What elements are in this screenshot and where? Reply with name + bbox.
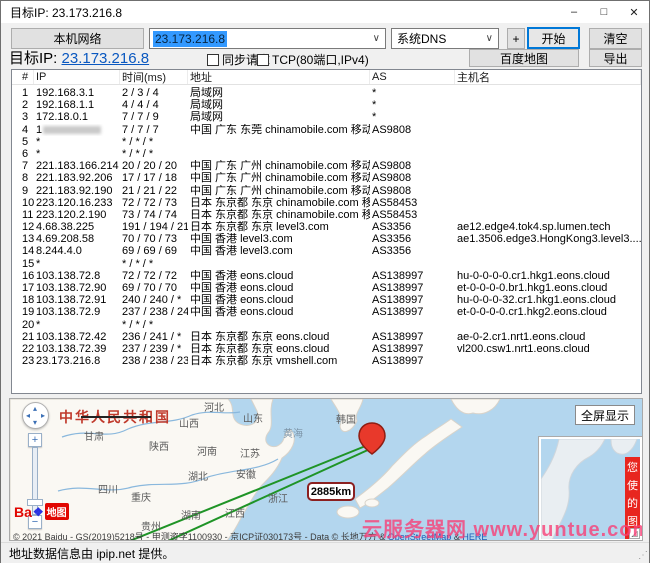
baidu-map-badge: 地图: [45, 503, 69, 520]
province-label: 山西: [179, 415, 199, 430]
destination-pin-icon[interactable]: [359, 423, 385, 454]
province-label: 重庆: [131, 489, 151, 504]
target-ip-label: 目标IP:: [9, 50, 57, 67]
baidu-logo-text: Ba: [14, 504, 32, 520]
pan-down-icon[interactable]: ▾: [33, 418, 37, 427]
window-title: 目标IP: 23.173.216.8: [1, 4, 559, 21]
province-label: 河北: [204, 399, 224, 414]
province-label: 湖北: [188, 468, 208, 483]
province-label: 山东: [243, 410, 263, 425]
target-ip-line: 目标IP: 23.173.216.8: [9, 47, 149, 68]
trace-table-body: 1192.168.3.12 / 3 / 4局域网*2192.168.1.14 /…: [12, 85, 641, 367]
col-host[interactable]: 主机名: [455, 70, 641, 84]
country-label: 中华人民共和国: [59, 407, 171, 427]
table-row[interactable]: 16103.138.72.872 / 72 / 72中国 香港 eons.clo…: [12, 270, 641, 282]
trace-table: # IP 时间(ms) 地址 AS 主机名 1192.168.3.12 / 3 …: [11, 69, 642, 394]
baidu-paw-icon: ❖: [33, 505, 44, 519]
distance-label: 2885km: [307, 482, 355, 501]
target-ip-value: 23.173.216.8: [153, 31, 227, 47]
table-row[interactable]: 3172.18.0.17 / 7 / 9局域网*: [12, 111, 641, 123]
pan-right-icon[interactable]: ▸: [41, 411, 45, 420]
table-row[interactable]: 2192.168.1.14 / 4 / 4局域网*: [12, 99, 641, 111]
target-ip-link[interactable]: 23.173.216.8: [62, 50, 150, 67]
province-label: 陕西: [149, 438, 169, 453]
close-button[interactable]: ✕: [619, 1, 649, 23]
japan-kyushu: [337, 506, 359, 518]
sea-label: 黄海: [283, 425, 303, 440]
baidu-map-panel[interactable]: 中华人民共和国 甘肃陕西山西河北山东河南江苏安徽湖北四川重庆浙江湖南江西贵州 黄…: [9, 398, 643, 541]
col-num[interactable]: #: [20, 70, 34, 84]
tcp-checkbox[interactable]: TCP(80端口,IPv4): [257, 51, 369, 68]
table-row[interactable]: 19103.138.72.9237 / 238 / 242中国 香港 eons.…: [12, 306, 641, 318]
chevron-down-icon[interactable]: ∨: [373, 33, 380, 44]
table-row[interactable]: 15** / * / *: [12, 258, 641, 270]
table-row[interactable]: 10223.120.16.23372 / 72 / 73日本 东京都 东京 ch…: [12, 197, 641, 209]
table-header[interactable]: # IP 时间(ms) 地址 AS 主机名: [12, 70, 641, 85]
table-row[interactable]: 18103.138.72.91240 / 240 / *中国 香港 eons.c…: [12, 294, 641, 306]
table-row[interactable]: 8221.183.92.20617 / 17 / 18中国 广东 广州 chin…: [12, 172, 641, 184]
checkbox-icon[interactable]: [207, 54, 219, 66]
table-row[interactable]: 7221.183.166.21420 / 20 / 20中国 广东 广州 chi…: [12, 160, 641, 172]
statusbar: 地址数据信息由 ipip.net 提供。: [1, 542, 649, 563]
table-row[interactable]: 1192.168.3.12 / 3 / 4局域网*: [12, 87, 641, 99]
pan-left-icon[interactable]: ◂: [26, 411, 30, 420]
trace-app-window: { "window": { "title": "目标IP: 23.173.216…: [0, 0, 650, 563]
table-row[interactable]: 124.68.38.225191 / 194 / 210日本 东京都 东京 le…: [12, 221, 641, 233]
watermark: 云服务器网 www.yuntue.com: [362, 513, 643, 541]
dns-value: 系统DNS: [397, 30, 446, 47]
province-label: 浙江: [268, 490, 288, 505]
baidu-map-button[interactable]: 百度地图: [469, 49, 579, 67]
table-row[interactable]: 134.69.208.5870 / 70 / 73中国 香港 level3.co…: [12, 233, 641, 245]
province-label: 湖南: [181, 507, 201, 522]
table-row[interactable]: 417 / 7 / 7中国 广东 东莞 chinamobile.com 移动AS…: [12, 124, 641, 136]
maximize-button[interactable]: □: [589, 1, 619, 23]
titlebar[interactable]: 目标IP: 23.173.216.8 – □ ✕: [1, 1, 649, 23]
table-row[interactable]: 20** / * / *: [12, 319, 641, 331]
redacted-ip: [43, 126, 101, 134]
col-time[interactable]: 时间(ms): [120, 70, 188, 84]
add-button[interactable]: +: [507, 28, 525, 49]
target-ip-combobox[interactable]: 23.173.216.8 ∨: [149, 28, 386, 49]
window-resize-grip[interactable]: ⋰: [638, 550, 648, 561]
export-button[interactable]: 导出: [589, 49, 642, 67]
japan-hokkaido: [451, 399, 500, 414]
col-ip[interactable]: IP: [34, 70, 120, 84]
table-row[interactable]: 9221.183.92.19021 / 21 / 22中国 广东 广州 chin…: [12, 185, 641, 197]
table-row[interactable]: 11223.120.2.19073 / 74 / 74日本 东京都 东京 chi…: [12, 209, 641, 221]
table-row[interactable]: 5** / * / *: [12, 136, 641, 148]
clear-button[interactable]: 清空: [589, 28, 642, 49]
col-addr[interactable]: 地址: [188, 70, 370, 84]
chevron-down-icon[interactable]: ∨: [486, 33, 493, 44]
tcp-label: TCP(80端口,IPv4): [272, 51, 369, 68]
province-label: 安徽: [236, 466, 256, 481]
table-row[interactable]: 148.244.4.069 / 69 / 69中国 香港 level3.comA…: [12, 245, 641, 257]
copyright-text: © 2021 Baidu - GS(2019)5218号 - 甲测资字11009…: [13, 532, 388, 541]
japan-shikoku: [365, 499, 379, 507]
pan-up-icon[interactable]: ▴: [33, 404, 37, 413]
province-label: 河南: [197, 443, 217, 458]
province-label: 甘肃: [84, 428, 104, 443]
dns-combobox[interactable]: 系统DNS ∨: [391, 28, 499, 49]
province-label: 江苏: [240, 445, 260, 460]
minimize-button[interactable]: –: [559, 1, 589, 23]
table-row[interactable]: 6** / * / *: [12, 148, 641, 160]
baidu-logo: Ba ❖ 地图: [14, 503, 69, 520]
local-network-button[interactable]: 本机网络: [11, 28, 144, 49]
checkbox-icon[interactable]: [257, 54, 269, 66]
zoom-in-button[interactable]: +: [28, 433, 42, 447]
table-row[interactable]: 22103.138.72.39237 / 239 / *日本 东京都 东京 eo…: [12, 343, 641, 355]
status-text: 地址数据信息由 ipip.net 提供。: [9, 545, 174, 562]
start-button[interactable]: 开始: [527, 27, 580, 49]
table-row[interactable]: 21103.138.72.42236 / 241 / *日本 东京都 东京 eo…: [12, 331, 641, 343]
province-label: 四川: [98, 481, 118, 496]
table-row[interactable]: 17103.138.72.9069 / 70 / 70中国 香港 eons.cl…: [12, 282, 641, 294]
table-row[interactable]: 2323.173.216.8238 / 238 / 239日本 东京都 东京 v…: [12, 355, 641, 367]
korea-label: 韩国: [336, 411, 356, 426]
col-as[interactable]: AS: [370, 70, 455, 84]
map-pan-control[interactable]: ▴ ▾ ◂ ▸: [22, 402, 49, 429]
province-label: 江西: [225, 505, 245, 520]
fullscreen-button[interactable]: 全屏显示: [575, 405, 635, 425]
